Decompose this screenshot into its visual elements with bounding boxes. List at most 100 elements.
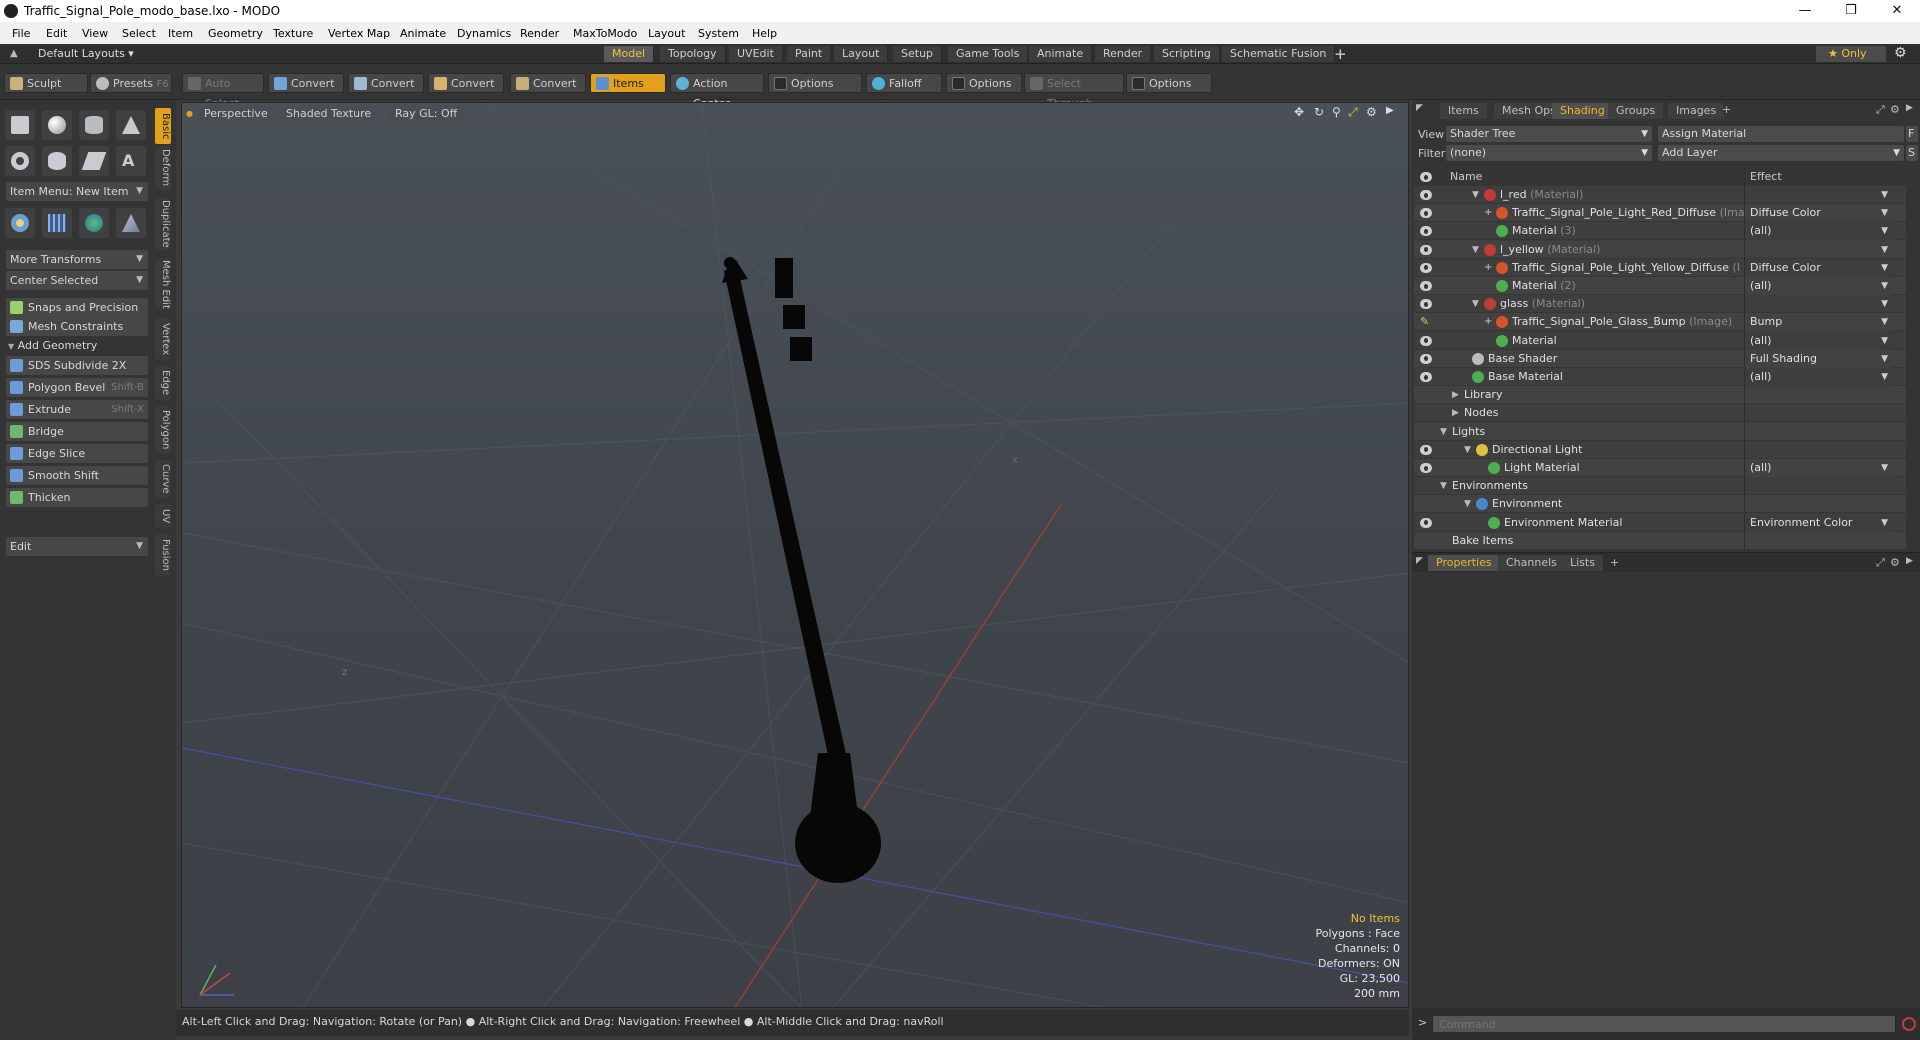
action-center-button[interactable]: Action Center (670, 73, 764, 110)
vtab-deform[interactable]: Deform (155, 146, 171, 190)
effect-dropdown[interactable]: Diffuse Color ▼ (1746, 204, 1892, 223)
only-toggle[interactable]: ★ Only (1816, 46, 1886, 62)
tab-render[interactable]: Render (1095, 46, 1152, 62)
record-icon[interactable] (1902, 1017, 1916, 1031)
viewport-menu-dot[interactable]: ● (186, 109, 193, 118)
perspective-dropdown[interactable]: Perspective (196, 106, 276, 121)
effect-dropdown[interactable]: (all) ▼ (1746, 277, 1892, 295)
capsule-button[interactable] (42, 146, 72, 176)
effect-dropdown[interactable]: Diffuse Color ▼ (1746, 258, 1892, 277)
tab-setup[interactable]: Setup (893, 46, 943, 62)
convert-materials-button[interactable]: Convert (510, 73, 586, 93)
menu-select[interactable]: Select (122, 27, 156, 40)
expand-plus-icon[interactable]: + (1484, 259, 1492, 277)
eye-icon[interactable] (1420, 190, 1432, 200)
tab-items[interactable]: Items (1440, 103, 1487, 119)
mesh-constraints-button[interactable]: Mesh Constraints (6, 317, 148, 336)
shading-mode-dropdown[interactable]: Shaded Texture (278, 106, 380, 121)
extrude-button[interactable]: Extrude Shift-X (6, 400, 148, 419)
tree-row[interactable]: Base Material (all) ▼ (1414, 368, 1906, 386)
viewport-settings-gear-icon[interactable]: ⚙ (1366, 105, 1377, 119)
eye-icon[interactable] (1420, 335, 1432, 346)
tab-game-tools[interactable]: Game Tools (948, 46, 1029, 62)
tree-row[interactable]: ▼ Environments (1414, 477, 1906, 496)
rotate-icon[interactable]: ↻ (1314, 105, 1324, 119)
vtab-duplicate[interactable]: Duplicate (155, 198, 171, 250)
pen-button[interactable] (79, 146, 109, 176)
vtab-edge[interactable]: Edge (155, 366, 171, 400)
tab-lists[interactable]: Lists (1562, 555, 1603, 571)
vtab-mesh-edit[interactable]: Mesh Edit (155, 258, 171, 310)
eye-icon[interactable] (1420, 244, 1432, 255)
expand-arrow-icon[interactable]: ▶ (1452, 404, 1459, 422)
tab-properties[interactable]: Properties (1428, 555, 1500, 571)
globe-button[interactable] (79, 208, 109, 238)
menu-view[interactable]: View (82, 27, 108, 40)
add-layer-dropdown[interactable]: Add Layer ▼ (1658, 145, 1904, 161)
edge-slice-button[interactable]: Edge Slice (6, 444, 148, 463)
falloff-button[interactable]: Falloff (866, 73, 942, 93)
menu-vertex-map[interactable]: Vertex Map (328, 27, 390, 40)
zoom-fit-icon[interactable]: ⤢ (1348, 105, 1358, 120)
brush-icon[interactable]: ✎ (1420, 316, 1432, 328)
vtab-vertex[interactable]: Vertex (155, 318, 171, 360)
filter-dropdown[interactable]: (none) ▼ (1446, 145, 1652, 161)
sds-subdivide-button[interactable]: SDS Subdivide 2X (6, 356, 148, 375)
add-tab-button[interactable]: + (1610, 556, 1619, 569)
3d-viewport[interactable]: z x ● Perspective Shaded Texture Ray GL:… (181, 102, 1409, 1008)
expand-arrow-icon[interactable]: ▼ (1472, 186, 1479, 204)
vtab-uv[interactable]: UV (155, 504, 171, 528)
eye-icon[interactable] (1420, 208, 1432, 219)
menu-file[interactable]: File (12, 27, 30, 40)
text-button[interactable]: A (116, 146, 146, 176)
tab-images[interactable]: Images (1668, 103, 1725, 119)
sphere-button[interactable] (42, 110, 72, 140)
convert-vertices-button[interactable]: Convert (268, 73, 344, 93)
eye-icon[interactable] (1420, 262, 1432, 273)
menu-item[interactable]: Item (168, 27, 193, 40)
expand-arrow-icon[interactable]: ▼ (1440, 423, 1447, 441)
move-icon[interactable]: ✥ (1294, 105, 1304, 119)
tree-row[interactable]: ▼ l_red (Material) ▼ (1414, 186, 1906, 204)
s-button[interactable]: S (1906, 145, 1918, 161)
eye-icon[interactable] (1420, 517, 1432, 528)
tree-row[interactable]: ▼ l_yellow (Material) ▼ (1414, 240, 1906, 259)
action-center-options-button[interactable]: Options (768, 73, 862, 93)
menu-help[interactable]: Help (752, 27, 777, 40)
expand-plus-icon[interactable]: + (1484, 313, 1492, 331)
tab-animate[interactable]: Animate (1029, 46, 1093, 62)
effect-dropdown[interactable]: (all) ▼ (1746, 368, 1892, 386)
tab-schematic-fusion[interactable]: Schematic Fusion (1222, 46, 1336, 62)
eye-icon[interactable] (1420, 463, 1432, 473)
tree-row[interactable]: ▶ Library (1414, 386, 1906, 405)
tree-row[interactable]: Material (3) (all) ▼ (1414, 222, 1906, 241)
panel-menu-icon[interactable]: ◤ (1416, 103, 1423, 113)
tree-row[interactable]: Material (2) (all) ▼ (1414, 277, 1906, 295)
expand-arrow-icon[interactable]: ▼ (1472, 295, 1479, 313)
maximize-button[interactable]: ❒ (1828, 0, 1874, 22)
menu-layout[interactable]: Layout (648, 27, 685, 40)
menu-render[interactable]: Render (520, 27, 559, 40)
search-icon[interactable]: ⚲ (1332, 105, 1341, 119)
tree-row[interactable]: Bake Items (1414, 531, 1906, 550)
ray-gl-toggle[interactable]: Ray GL: Off (387, 106, 466, 121)
tab-model[interactable]: Model (604, 46, 655, 62)
eye-icon[interactable] (1420, 372, 1432, 382)
select-options-button[interactable]: Options (1126, 73, 1212, 93)
panel-collapse-icon[interactable]: ▶ (1906, 556, 1913, 566)
convert-polygons-button[interactable]: Convert (428, 73, 504, 93)
smooth-shift-button[interactable]: Smooth Shift (6, 466, 148, 485)
effect-dropdown[interactable]: Bump ▼ (1746, 313, 1892, 332)
menu-system[interactable]: System (698, 27, 739, 40)
column-name[interactable]: Name (1450, 168, 1482, 186)
menu-maxtomodo[interactable]: MaxToModo (573, 27, 637, 40)
vtab-curve[interactable]: Curve (155, 460, 171, 498)
tree-row[interactable]: Base Shader Full Shading ▼ (1414, 349, 1906, 368)
menu-edit[interactable]: Edit (46, 27, 67, 40)
snaps-precision-button[interactable]: Snaps and Precision (6, 298, 148, 317)
auto-select-button[interactable]: Auto Select (182, 73, 264, 110)
tree-row[interactable]: ▼ Directional Light (1414, 440, 1906, 459)
eye-icon[interactable] (1420, 444, 1432, 455)
f-button[interactable]: F (1906, 126, 1918, 142)
tree-row[interactable]: ▼ Lights (1414, 422, 1906, 441)
